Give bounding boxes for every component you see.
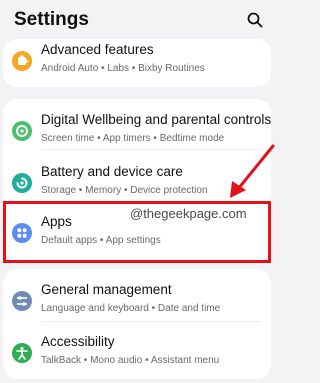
search-icon[interactable] (246, 11, 264, 29)
settings-item-advanced-features[interactable]: Advanced features Android Auto • Labs • … (3, 29, 271, 91)
item-subtitle: Screen time • App timers • Bedtime mode (41, 133, 225, 144)
settings-card-general: General management Language and keyboard… (3, 269, 271, 379)
accessibility-icon (12, 343, 32, 363)
item-subtitle: TalkBack • Mono audio • Assistant menu (41, 355, 220, 366)
divider (41, 149, 261, 150)
sliders-icon (12, 291, 32, 311)
settings-card-advanced: Advanced features Android Auto • Labs • … (3, 39, 271, 87)
item-title: Battery and device care (41, 164, 183, 179)
item-title: Digital Wellbeing and parental controls (41, 112, 272, 127)
watermark-text: @thegeekpage.com (130, 206, 247, 221)
item-subtitle: Storage • Memory • Device protection (41, 185, 208, 196)
item-subtitle: Android Auto • Labs • Bixby Routines (41, 63, 205, 74)
device-care-icon (12, 173, 32, 193)
item-title: General management (41, 282, 172, 297)
page-title: Settings (14, 9, 89, 30)
settings-item-accessibility[interactable]: Accessibility TalkBack • Mono audio • As… (3, 321, 271, 383)
wellbeing-icon (12, 121, 32, 141)
item-subtitle: Language and keyboard • Date and time (41, 303, 221, 314)
puzzle-icon (12, 51, 32, 71)
item-title: Accessibility (41, 334, 115, 349)
item-title: Advanced features (41, 42, 154, 57)
